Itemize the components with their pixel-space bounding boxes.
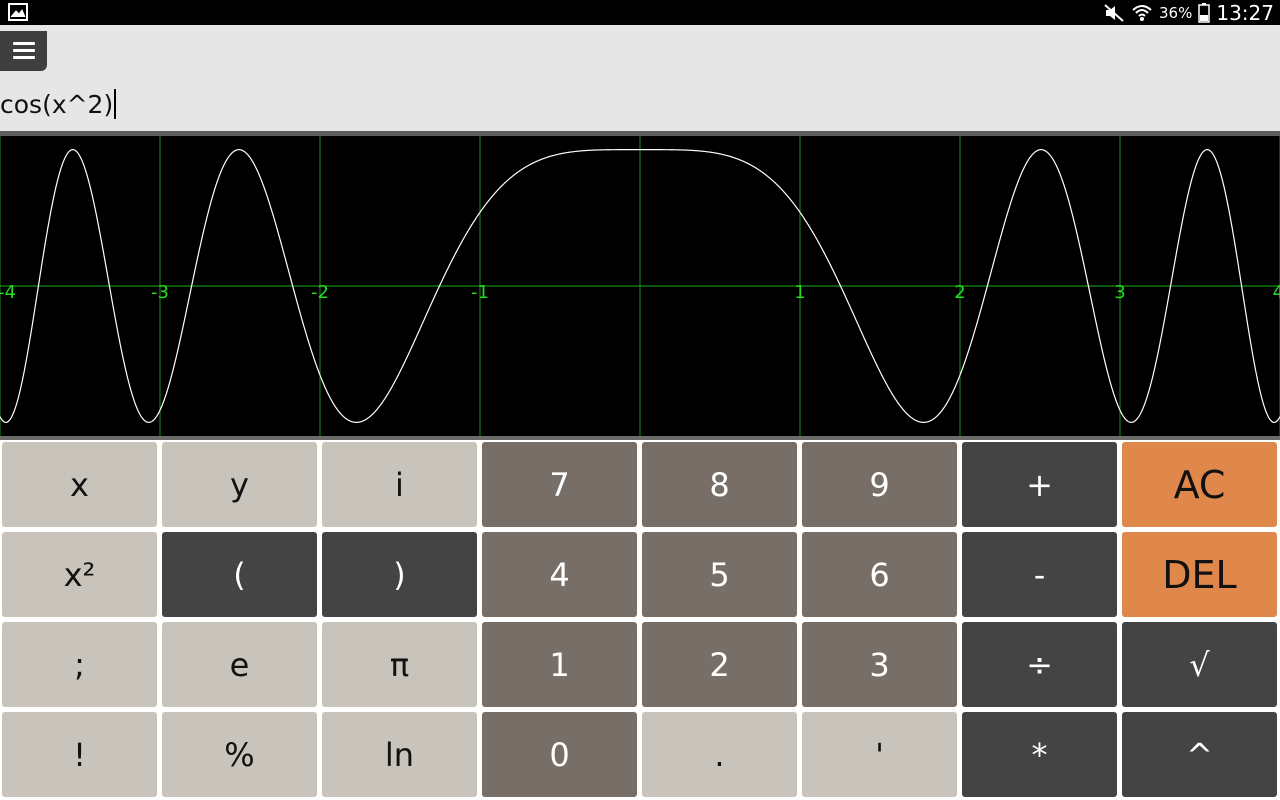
battery-percentage: 36% [1159,3,1193,22]
status-bar: 36% 13:27 [0,0,1280,25]
key-minus[interactable]: - [962,532,1117,617]
battery-icon [1198,2,1211,23]
key-9[interactable]: 9 [802,442,957,527]
keypad: x y i 7 8 9 + AC x²() 4 5 6- DEL; e π 1 2 3 ÷ √!% ln 0. ' * ^ [0,440,1280,800]
key-divide[interactable]: ÷ [962,622,1117,707]
gallery-icon [8,3,28,21]
key-apostrophe[interactable]: ' [802,712,957,797]
x-tick-label: 3 [1114,282,1125,303]
key-multiply[interactable]: * [962,712,1117,797]
key-power[interactable]: ^ [1122,712,1277,797]
key-8[interactable]: 8 [642,442,797,527]
x-tick-label: -3 [151,282,169,303]
x-tick-label: 1 [794,282,805,303]
menu-button[interactable] [0,31,47,71]
graph-area[interactable]: -4 -3 -2 -1 1 2 3 4 [0,136,1280,436]
key-e[interactable]: e [162,622,317,707]
status-icons: 36% 13:27 [1103,0,1274,25]
x-tick-label: 4 [1273,282,1280,303]
key-delete[interactable]: DEL [1122,532,1277,617]
key-all-clear[interactable]: AC [1122,442,1277,527]
expression-input[interactable]: cos(x^2) [0,87,117,121]
expression-text: cos(x^2) [0,89,114,119]
x-tick-label: -1 [471,282,489,303]
key-i[interactable]: i [322,442,477,527]
key-ln[interactable]: ln [322,712,477,797]
x-tick-label: -2 [311,282,329,303]
key-1[interactable]: 1 [482,622,637,707]
key-percent[interactable]: % [162,712,317,797]
menu-icon [12,42,35,60]
key-0[interactable]: 0 [482,712,637,797]
x-tick-label: -4 [0,282,16,303]
text-cursor [114,89,117,119]
key-decimal[interactable]: . [642,712,797,797]
key-pi[interactable]: π [322,622,477,707]
key-5[interactable]: 5 [642,532,797,617]
function-graph: -4 -3 -2 -1 1 2 3 4 [0,136,1280,436]
key-2[interactable]: 2 [642,622,797,707]
wifi-icon [1132,4,1152,21]
key-square[interactable]: x² [2,532,157,617]
key-4[interactable]: 4 [482,532,637,617]
key-3[interactable]: 3 [802,622,957,707]
expression-bar: cos(x^2) [0,25,1280,131]
key-sqrt[interactable]: √ [1122,622,1277,707]
key-close-paren[interactable]: ) [322,532,477,617]
key-factorial[interactable]: ! [2,712,157,797]
key-plus[interactable]: + [962,442,1117,527]
key-x[interactable]: x [2,442,157,527]
key-7[interactable]: 7 [482,442,637,527]
x-tick-label: 2 [954,282,965,303]
mute-icon [1104,3,1124,22]
key-6[interactable]: 6 [802,532,957,617]
key-y[interactable]: y [162,442,317,527]
key-semicolon[interactable]: ; [2,622,157,707]
key-open-paren[interactable]: ( [162,532,317,617]
clock: 13:27 [1216,0,1274,25]
